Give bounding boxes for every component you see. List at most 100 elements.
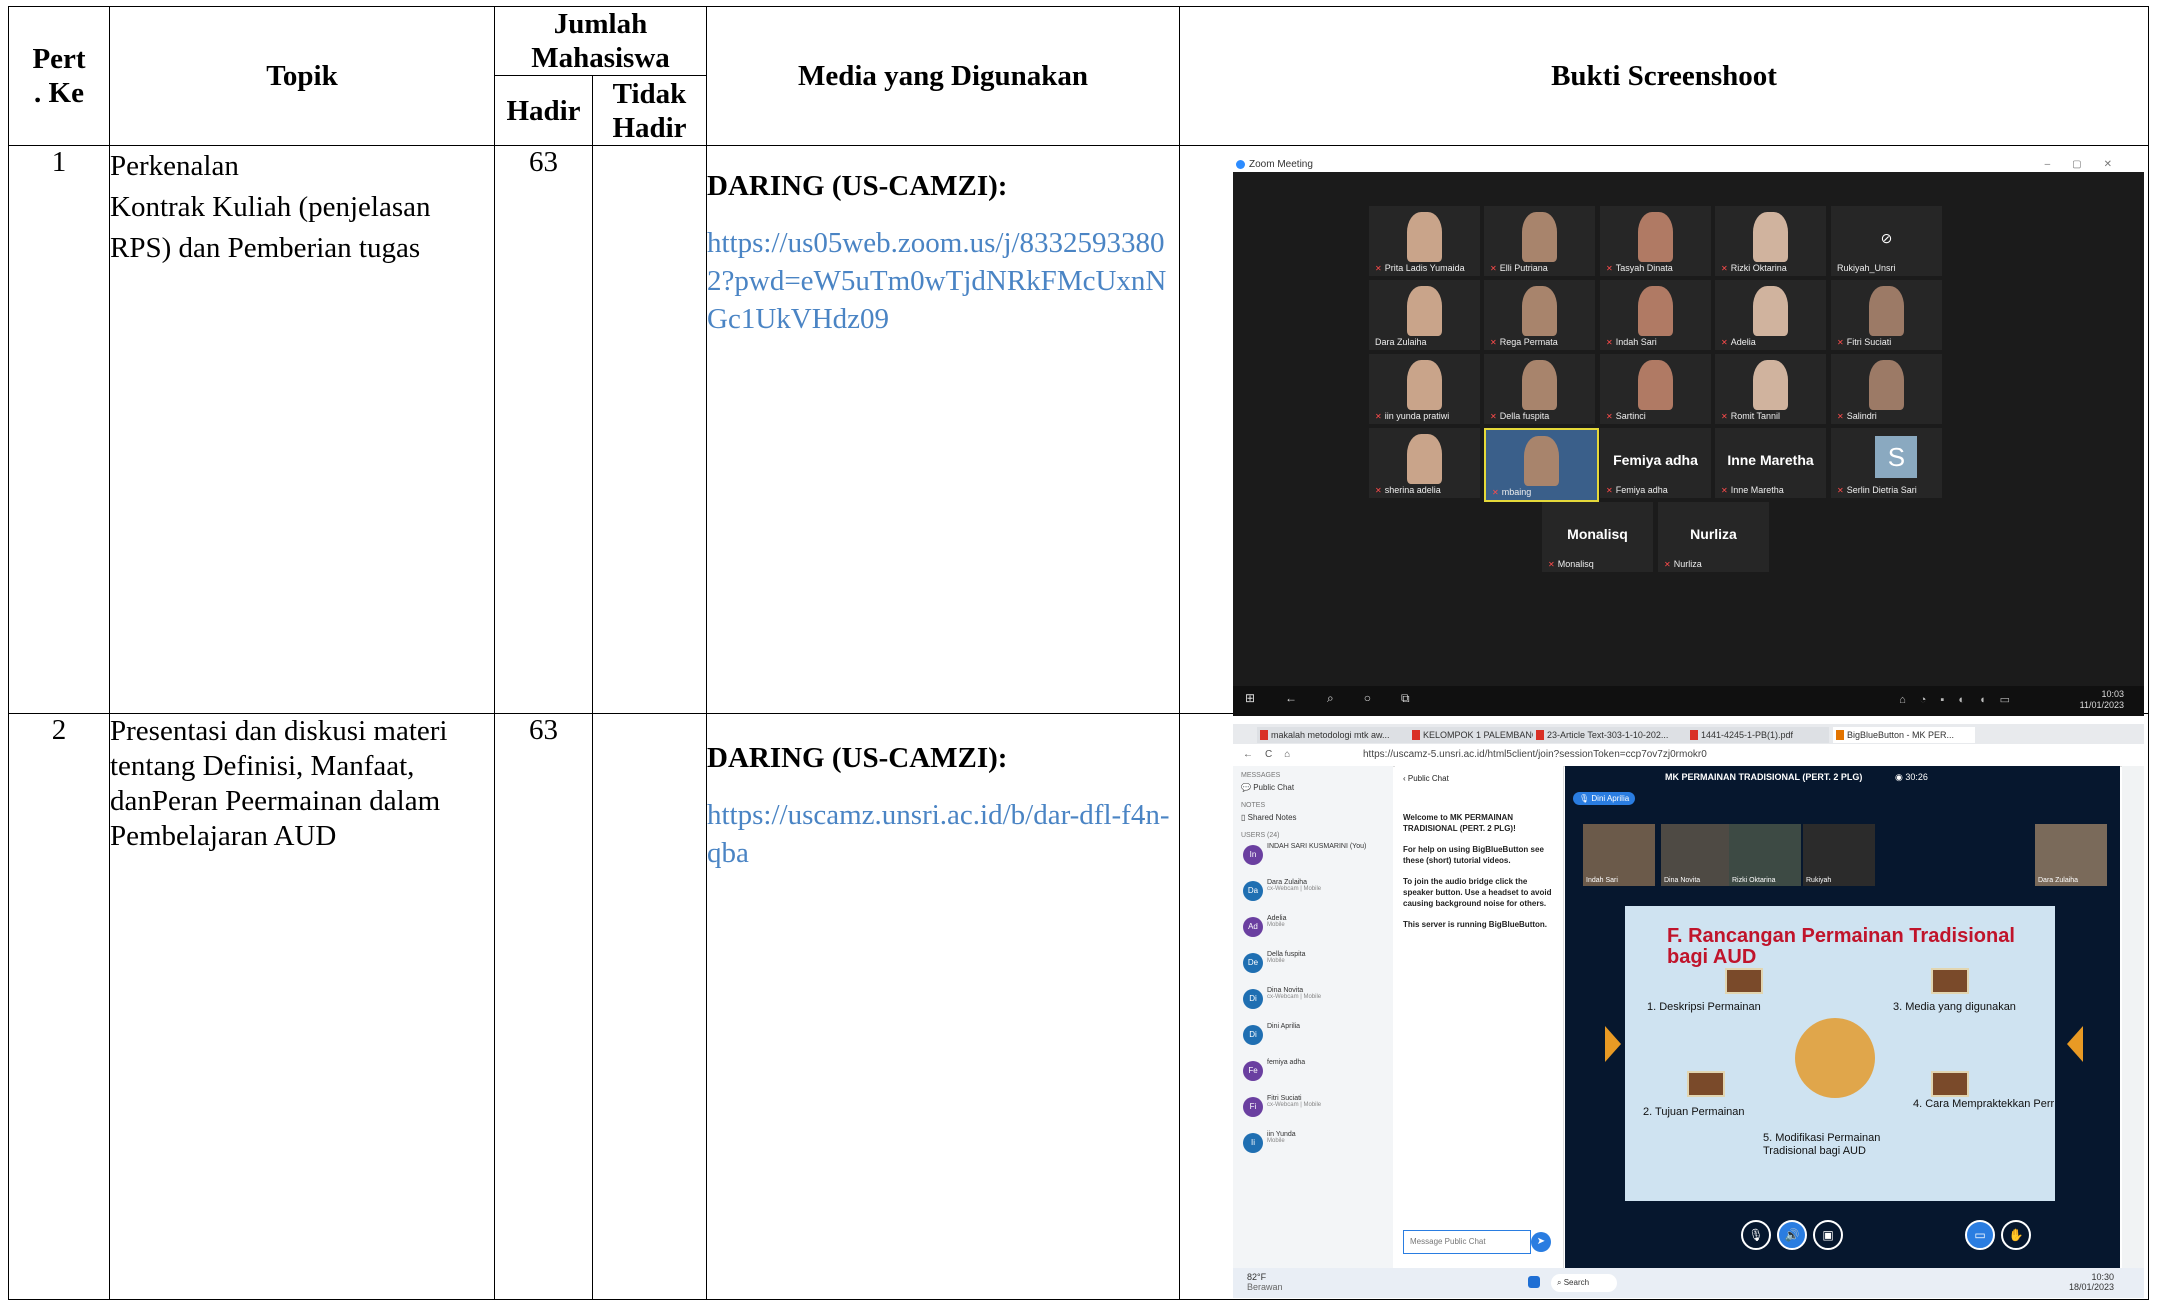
camera-off-icon: ⊘ <box>1880 229 1893 246</box>
user-list: In INDAH SARI KUSMARINI (You) Da Dara Zulai… <box>1233 843 1393 1167</box>
shared-notes-item[interactable]: ▯ Shared Notes <box>1241 813 1385 822</box>
user-list-item[interactable]: Di Dini Aprilia <box>1233 1023 1393 1059</box>
bbb-link[interactable]: https://uscamz.unsri.ac.id/b/dar-dfl-f4n… <box>707 796 1179 872</box>
start-icon[interactable] <box>1528 1276 1540 1288</box>
slide-image <box>1687 1071 1725 1097</box>
pdf-icon <box>1412 730 1420 740</box>
user-list-item[interactable]: Fi Fitri Suciati cx-Webcam | Mobile <box>1233 1095 1393 1131</box>
user-list-item[interactable]: Ad Adelia Mobile <box>1233 915 1393 951</box>
chat-header[interactable]: ‹ Public Chat <box>1403 774 1449 783</box>
participant-avatar: S <box>1875 436 1918 478</box>
webcam-tile[interactable]: Rizki Oktarina <box>1729 824 1801 886</box>
participant-tile: ✕ Tasyah Dinata <box>1600 206 1711 276</box>
avatar: Ad <box>1243 917 1263 937</box>
user-device: cx-Webcam | Mobile <box>1267 994 1322 1000</box>
browser-tab[interactable]: 23-Article Text-303-1-10-202... <box>1533 727 1697 743</box>
zoom-titlebar: Zoom Meeting –▢✕ <box>1233 158 2144 172</box>
webcam-tile[interactable]: Dara Zulaiha <box>2035 824 2107 886</box>
user-name: Della fuspita <box>1267 951 1306 958</box>
user-list-item[interactable]: De Della fuspita Mobile <box>1233 951 1393 987</box>
webcam-tile[interactable]: Dina Novita <box>1661 824 1733 886</box>
notes-heading: NOTES <box>1241 802 1266 809</box>
media-label: DARING (US-CAMZI): <box>707 742 1008 774</box>
public-chat-item[interactable]: 💬 Public Chat <box>1241 783 1385 792</box>
nav-buttons[interactable]: ←C⌂ <box>1243 744 1302 766</box>
speaker-icon[interactable]: 🔊 <box>1777 1220 1807 1250</box>
slide-title: F. Rancangan Permainan Tradisional bagi … <box>1667 925 2015 968</box>
chat-input[interactable]: Message Public Chat <box>1403 1230 1531 1254</box>
browser-tab[interactable]: 1441-4245-1-PB(1).pdf <box>1687 727 1829 743</box>
participant-name: ✕ Femiya adha <box>1606 485 1668 495</box>
participant-name: ✕ Romit Tannil <box>1721 411 1781 421</box>
recording-indicator[interactable]: ◉ 30:26 <box>1895 772 1928 783</box>
participant-video <box>1637 360 1674 411</box>
user-name: iin Yunda <box>1267 1131 1296 1138</box>
browser-tab-active[interactable]: BigBlueButton - MK PER... <box>1833 727 1975 743</box>
participant-tile: ✕ Indah Sari <box>1600 280 1711 350</box>
participant-name: ✕ Rizki Oktarina <box>1721 263 1787 273</box>
user-list-item[interactable]: Fe femiya adha <box>1233 1059 1393 1095</box>
participant-tile: S ✕ Serlin Dietria Sari <box>1831 428 1942 498</box>
url-text[interactable]: https://uscamz-5.unsri.ac.id/html5client… <box>1363 744 1707 766</box>
user-list-item[interactable]: In INDAH SARI KUSMARINI (You) <box>1233 843 1393 879</box>
pdf-icon <box>1536 730 1544 740</box>
user-list-item[interactable]: Da Dara Zulaiha cx-Webcam | Mobile <box>1233 879 1393 915</box>
participant-big-name: Nurliza <box>1690 525 1737 542</box>
window-controls[interactable]: –▢✕ <box>2045 158 2134 172</box>
zoom-link[interactable]: https://us05web.zoom.us/j/83325933802?pw… <box>707 224 1179 338</box>
participant-tile: Nurliza ✕ Nurliza <box>1658 502 1769 572</box>
participant-tile: ✕ Rizki Oktarina <box>1715 206 1826 276</box>
participant-name: ✕ Prita Ladis Yumaida <box>1375 263 1465 273</box>
muted-mic-icon: ✕ <box>1606 412 1613 421</box>
header-hadir: Hadir <box>494 75 593 146</box>
windows-taskbar: 82°F Berawan ⌕ Search 10:30 18/01/2023 <box>1233 1268 2144 1298</box>
webcam-name: Rukiyah <box>1806 877 1832 884</box>
browser-tabs: makalah metodologi mtk aw... KELOMPOK 1 … <box>1233 724 2144 744</box>
taskbar-search[interactable]: ⌕ Search <box>1551 1274 1617 1292</box>
user-list-item[interactable]: Di Dina Novita cx-Webcam | Mobile <box>1233 987 1393 1023</box>
participant-tile: Inne Maretha ✕ Inne Maretha <box>1715 428 1826 498</box>
talking-indicator: 🎙 Dini Aprilia <box>1573 792 1636 805</box>
webcam-tile[interactable]: Indah Sari <box>1583 824 1655 886</box>
next-slide-icon[interactable] <box>2067 1026 2083 1062</box>
participant-name: ✕ Rega Permata <box>1490 337 1558 347</box>
browser-tab[interactable]: KELOMPOK 1 PALEMBANG_K... <box>1409 727 1543 743</box>
user-list-item[interactable]: Ii iin Yunda Mobile <box>1233 1131 1393 1167</box>
slide-item: 3. Media yang digunakan <box>1893 1001 2016 1013</box>
user-device: cx-Webcam | Mobile <box>1267 886 1322 892</box>
browser-sidebar <box>2122 766 2144 1268</box>
pdf-icon <box>1260 730 1268 740</box>
participant-tile: ✕ mbaing <box>1484 428 1599 502</box>
camera-icon[interactable]: ▣ <box>1813 1220 1843 1250</box>
participant-tile: ✕ Salindri <box>1831 354 1942 424</box>
prev-slide-icon[interactable] <box>1605 1026 1621 1062</box>
participant-video <box>1752 360 1789 411</box>
muted-mic-icon: ✕ <box>1375 486 1382 495</box>
participant-name: ✕ Adelia <box>1721 337 1756 347</box>
raise-hand-icon[interactable]: ✋ <box>2001 1220 2031 1250</box>
taskbar-clock: 10:30 18/01/2023 <box>2068 1272 2114 1292</box>
avatar: Fi <box>1243 1097 1263 1117</box>
taskbar-left-icons[interactable]: ⊞←⌕○⧉ <box>1245 691 1440 706</box>
weather-widget[interactable]: 82°F Berawan <box>1247 1272 1283 1292</box>
participant-video <box>1406 434 1443 485</box>
address-bar[interactable]: ←C⌂ https://uscamz-5.unsri.ac.id/html5cl… <box>1233 744 2144 767</box>
header-pert: Pert . Ke <box>8 6 110 146</box>
user-device: Mobile <box>1267 1138 1285 1144</box>
participant-video <box>1406 212 1443 263</box>
zoom-logo-icon <box>1236 160 1245 169</box>
row-tidak-hadir <box>592 145 707 714</box>
tray-icons: ⌂◔▪◐◖▭ <box>1899 694 2024 706</box>
screen-share-icon[interactable]: ▭ <box>1965 1220 1995 1250</box>
participant-tile: Femiya adha ✕ Femiya adha <box>1600 428 1711 498</box>
webcam-tile[interactable]: Rukiyah <box>1803 824 1875 886</box>
send-icon[interactable]: ➤ <box>1531 1232 1551 1252</box>
muted-mic-icon: ✕ <box>1721 486 1728 495</box>
pdf-icon <box>1690 730 1698 740</box>
browser-tab[interactable]: makalah metodologi mtk aw... <box>1257 727 1419 743</box>
participant-video <box>1752 286 1789 337</box>
participant-tile: ✕ Romit Tannil <box>1715 354 1826 424</box>
participant-name: ✕ mbaing <box>1492 487 1532 497</box>
participant-tile: ✕ iin yunda pratiwi <box>1369 354 1480 424</box>
mic-icon[interactable]: 🎙 <box>1741 1220 1771 1250</box>
